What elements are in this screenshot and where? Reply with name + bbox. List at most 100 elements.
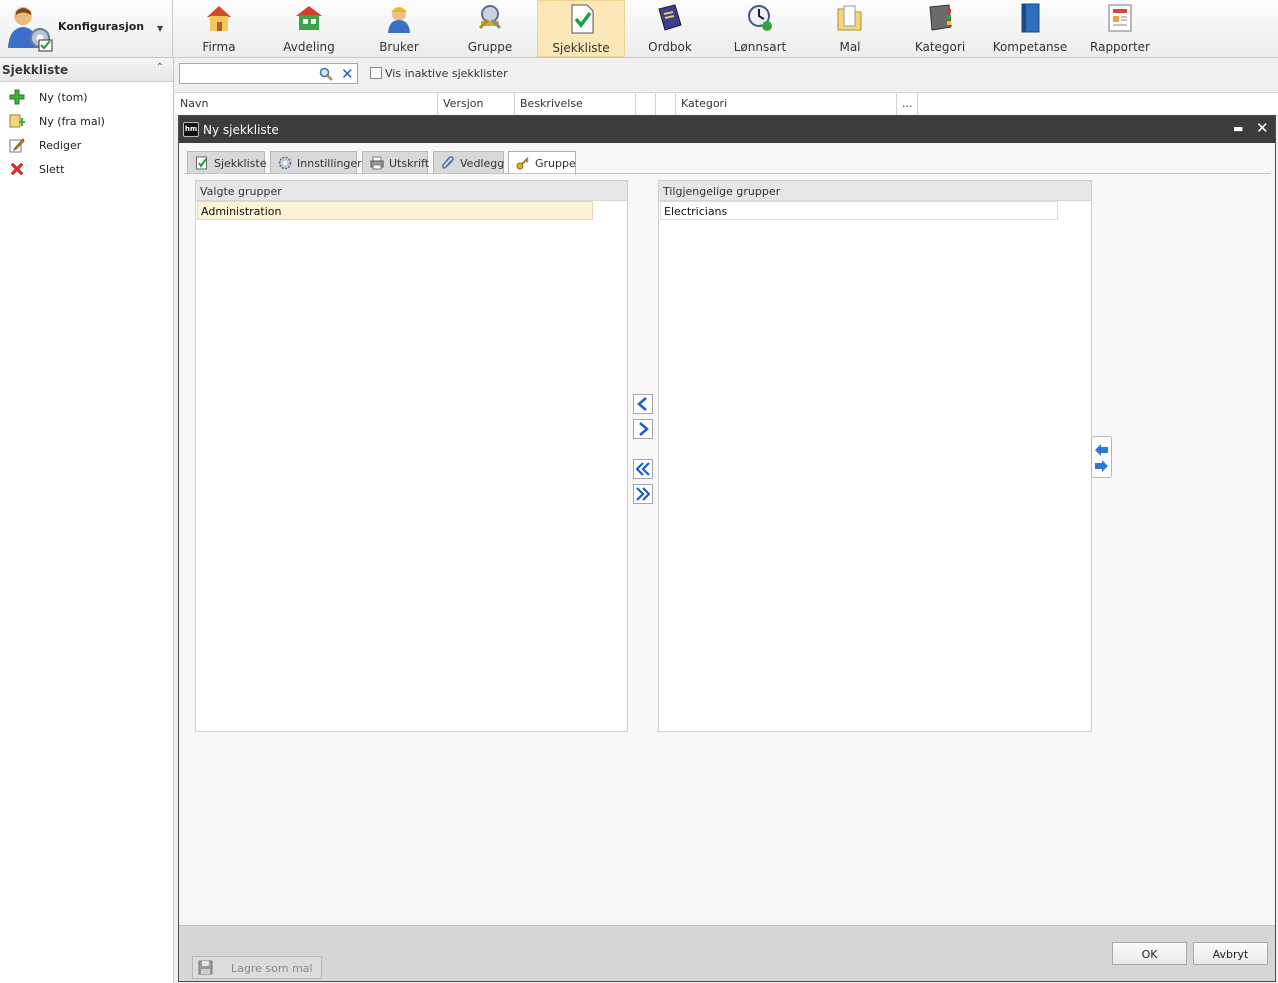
house-icon [207, 6, 231, 31]
checklist-icon [196, 156, 207, 170]
settings-icon [278, 156, 292, 170]
double-chevron-left-icon [636, 462, 650, 476]
move-one-left-button[interactable] [633, 394, 653, 414]
move-one-right-button[interactable] [633, 419, 653, 439]
cancel-label: Avbryt [1212, 948, 1249, 961]
column-header-label: Navn [180, 97, 209, 110]
toolbar-bruker[interactable]: Bruker [355, 0, 443, 57]
sidebar: Sjekkliste ⌃ Ny (tom) Ny (fra mal) Redig… [0, 58, 174, 983]
column-header-beskrivelse[interactable]: Beskrivelse [515, 93, 636, 115]
toolbar-ordbok[interactable]: Ordbok [626, 0, 714, 57]
sidebar-item-label: Slett [39, 163, 65, 176]
toolbar-kompetanse[interactable]: Kompetanse [986, 0, 1074, 57]
toolbar-sjekkliste[interactable]: Sjekkliste [537, 0, 625, 57]
column-header-more[interactable]: ... [897, 93, 918, 115]
tab-label: Sjekkliste [214, 157, 267, 170]
list-item[interactable]: Electricians [660, 201, 1058, 220]
list-item-label: Administration [201, 205, 282, 218]
main-toolbar: Konfigurasjon ▼ Firma Avdeling Bruker Gr… [0, 0, 1278, 58]
tab-sjekkliste[interactable]: Sjekkliste [187, 151, 267, 174]
column-header-label: Beskrivelse [520, 97, 583, 110]
column-header-versjon[interactable]: Versjon [438, 93, 515, 115]
new-checklist-dialog: hm Ny sjekkliste ▬ ✕ Sjekkliste Innstill… [178, 115, 1276, 982]
close-icon[interactable]: ✕ [1256, 119, 1269, 137]
save-as-template-label: Lagre som mal [231, 962, 313, 975]
column-header-label: ... [902, 97, 913, 110]
column-header-blank-2[interactable] [656, 93, 676, 115]
chevron-down-icon: ▼ [157, 24, 164, 33]
tab-vedlegg[interactable]: Vedlegg [433, 151, 504, 174]
paperclip-icon [441, 156, 454, 169]
sidebar-item-edit[interactable]: Rediger [0, 135, 172, 157]
edit-icon [9, 138, 25, 153]
dialog-footer: Lagre som mal OK Avbryt [179, 925, 1275, 981]
tab-utskrift[interactable]: Utskrift [362, 151, 430, 174]
clear-search-icon[interactable]: ✕ [341, 65, 354, 83]
report-icon [1108, 4, 1132, 32]
list-item[interactable]: Administration [197, 201, 593, 220]
move-all-left-button[interactable] [633, 459, 653, 479]
available-groups-list[interactable]: Tilgjengelige grupper Electricians [658, 180, 1092, 732]
wage-clock-icon [748, 5, 772, 31]
selected-groups-list[interactable]: Valgte grupper Administration [195, 180, 628, 732]
toolbar-mal[interactable]: Mal [806, 0, 894, 57]
keys-icon [516, 157, 529, 170]
chevron-up-icon: ⌃ [155, 62, 164, 73]
cancel-button[interactable]: Avbryt [1193, 942, 1268, 965]
toolbar-firma[interactable]: Firma [175, 0, 263, 57]
toolbar-lonnsart[interactable]: Lønnsart [716, 0, 804, 57]
group-keys-icon [478, 5, 502, 30]
ok-label: OK [1141, 948, 1158, 961]
sidebar-item-label: Ny (tom) [39, 91, 88, 104]
toolbar-label: Lønnsart [733, 40, 787, 54]
sidebar-item-delete[interactable]: Slett [0, 159, 172, 181]
toolbar-avdeling[interactable]: Avdeling [265, 0, 353, 57]
save-as-template-button[interactable]: Lagre som mal [192, 956, 322, 979]
search-icon[interactable] [319, 67, 333, 81]
column-header-label: Versjon [443, 97, 484, 110]
toolbar-label: Ordbok [648, 40, 692, 54]
double-chevron-right-icon [636, 487, 650, 501]
tab-gruppe[interactable]: Gruppe [508, 151, 576, 175]
show-inactive-label: Vis inaktive sjekklister [385, 67, 508, 80]
toolbar-label: Kompetanse [992, 40, 1068, 54]
tab-label: Vedlegg [460, 157, 505, 170]
toolbar-label: Avdeling [283, 40, 335, 54]
tab-label: Utskrift [389, 157, 430, 170]
sidebar-item-label: Ny (fra mal) [39, 115, 105, 128]
competence-book-icon [1021, 3, 1040, 33]
tab-innstillinger[interactable]: Innstillinger [270, 151, 362, 174]
maximize-icon[interactable]: ▬ [1233, 122, 1243, 135]
department-icon [296, 6, 322, 30]
move-all-right-button[interactable] [633, 484, 653, 504]
column-header-label: Kategori [681, 97, 728, 110]
list-item-label: Electricians [664, 205, 728, 218]
toolbar-rapporter[interactable]: Rapporter [1076, 0, 1164, 57]
grid-header: Navn Versjon Beskrivelse Kategori ... [175, 92, 1278, 115]
toolbar-label: Sjekkliste [552, 41, 610, 55]
toolbar-kategori[interactable]: Kategori [896, 0, 984, 57]
column-header-kategori[interactable]: Kategori [676, 93, 897, 115]
toolbar-gruppe[interactable]: Gruppe [446, 0, 534, 57]
printer-icon [370, 156, 384, 170]
sidebar-item-new-empty[interactable]: Ny (tom) [0, 87, 172, 109]
available-groups-title: Tilgjengelige grupper [663, 185, 781, 198]
column-header-navn[interactable]: Navn [175, 93, 438, 115]
tab-label: Innstillinger [297, 157, 362, 170]
toolbar-label: Rapporter [1090, 40, 1150, 54]
app-logo-icon: hm [183, 122, 199, 137]
app-menu-button[interactable]: Konfigurasjon ▼ [0, 0, 173, 58]
checkbox-box[interactable] [370, 67, 382, 79]
search-input[interactable]: ✕ [179, 63, 358, 84]
configuration-user-icon [8, 7, 53, 52]
dialog-titlebar[interactable]: hm Ny sjekkliste ▬ ✕ [179, 116, 1275, 143]
swap-lists-button[interactable] [1091, 436, 1112, 478]
dictionary-icon [658, 4, 682, 31]
app-menu-title: Konfigurasjon [58, 20, 145, 33]
ok-button[interactable]: OK [1112, 942, 1187, 965]
toolbar-label: Mal [839, 40, 861, 54]
sidebar-header[interactable]: Sjekkliste ⌃ [0, 58, 173, 82]
sidebar-item-new-from-template[interactable]: Ny (fra mal) [0, 111, 172, 133]
column-header-blank-1[interactable] [636, 93, 656, 115]
worker-icon [388, 7, 410, 33]
